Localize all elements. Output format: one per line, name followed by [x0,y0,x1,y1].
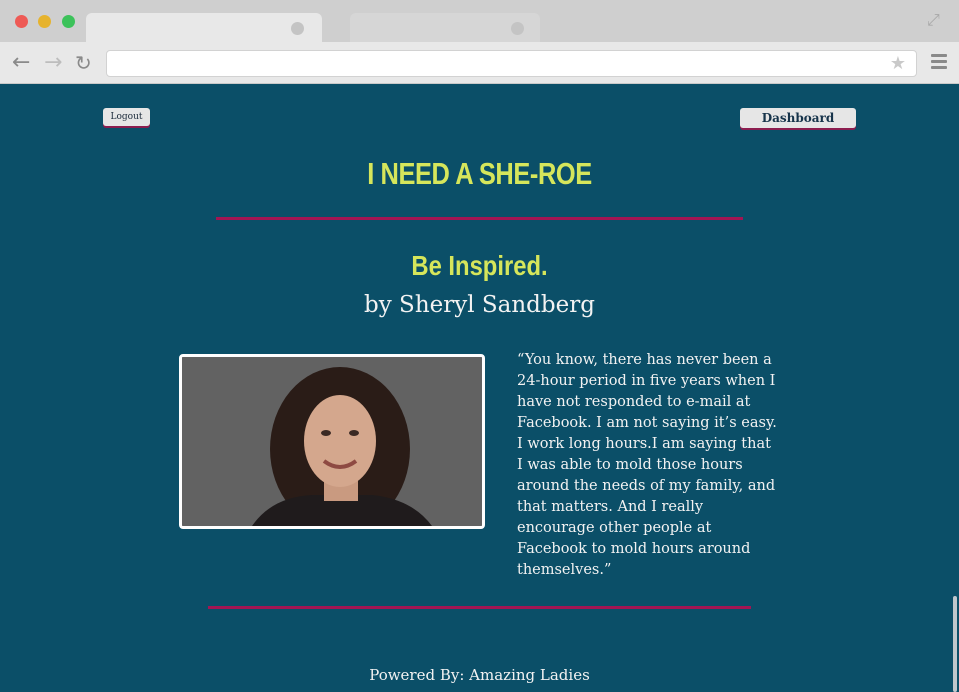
browser-tab-active[interactable] [86,13,322,43]
reload-icon[interactable]: ↻ [75,50,92,76]
star-icon[interactable]: ★ [890,53,906,74]
fullscreen-icon[interactable]: ⤢ [927,10,945,29]
page-content: Logout Dashboard I NEED A SHE-ROE Be Ins… [0,84,959,692]
dashboard-button[interactable]: Dashboard [740,108,856,128]
menu-icon[interactable] [931,54,947,72]
close-window-button[interactable] [15,15,28,28]
browser-chrome: ⤢ ← → ↻ ★ [0,0,959,84]
site-title: I NEED A SHE-ROE [367,156,592,191]
minimize-window-button[interactable] [38,15,51,28]
maximize-window-button[interactable] [62,15,75,28]
divider-bottom [208,606,751,609]
footer-text: Powered By: Amazing Ladies [369,666,590,684]
browser-tab-inactive[interactable] [350,13,540,43]
tab-close-icon[interactable] [291,22,304,35]
browser-toolbar: ← → ↻ ★ [0,42,959,84]
tab-close-icon[interactable] [511,22,524,35]
logout-button[interactable]: Logout [103,108,150,126]
scrollbar[interactable] [953,596,957,692]
page-heading: Be Inspired. [411,250,548,281]
author-byline: by Sheryl Sandberg [364,292,595,318]
address-bar[interactable]: ★ [106,50,917,77]
back-icon[interactable]: ← [12,50,30,76]
portrait-image [179,354,485,529]
forward-icon[interactable]: → [44,50,62,76]
quote-text: “You know, there has never been a 24-hou… [517,352,777,578]
divider-top [216,217,743,220]
tab-strip: ⤢ [0,0,959,43]
